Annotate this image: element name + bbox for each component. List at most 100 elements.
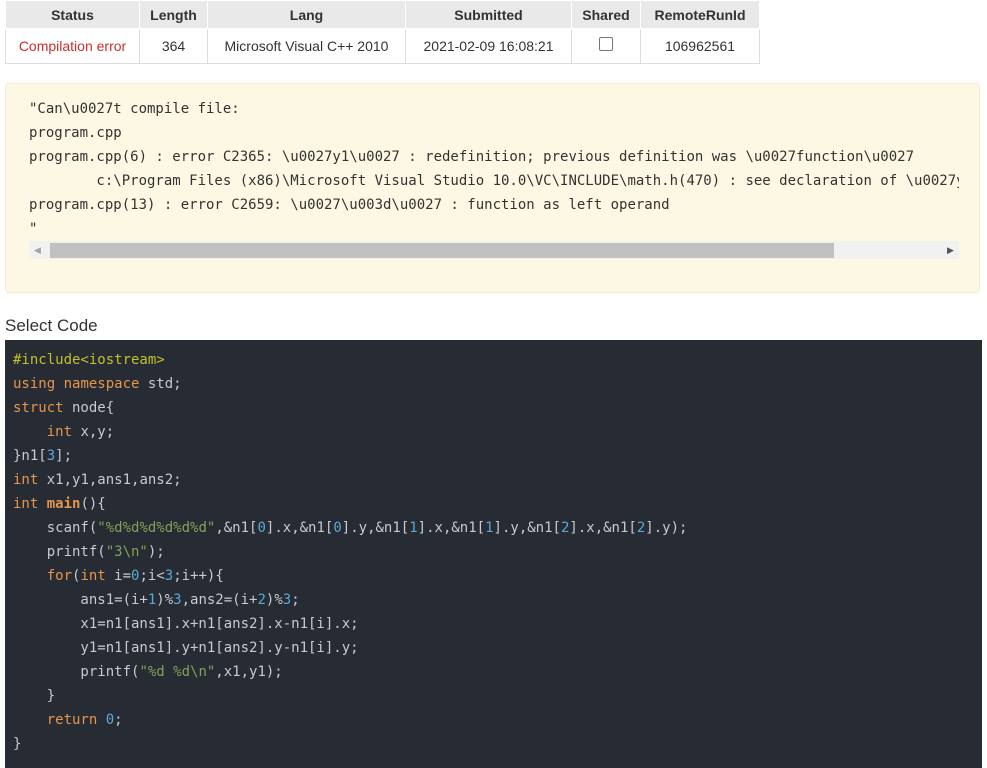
scrollbar-thumb[interactable] bbox=[50, 243, 834, 258]
submission-table: Status Length Lang Submitted Shared Remo… bbox=[5, 0, 760, 64]
code-token: 1 bbox=[485, 520, 494, 536]
compile-info-line: "Can\u0027t compile file: bbox=[29, 101, 240, 117]
code-token: i= bbox=[105, 568, 132, 584]
compile-info-line: c:\Program Files (x86)\Microsoft Visual … bbox=[29, 173, 959, 189]
code-token: ].x,&n1[ bbox=[265, 520, 334, 536]
remote-run-id-cell: 106962561 bbox=[640, 28, 760, 64]
code-block: #include<iostream> using namespace std; st… bbox=[5, 340, 982, 768]
code-token: ].y,&n1[ bbox=[341, 520, 410, 536]
code-line: } bbox=[13, 732, 982, 756]
compile-info-line: " bbox=[29, 221, 38, 237]
submitted-cell: 2021-02-09 16:08:21 bbox=[405, 28, 572, 64]
code-token: printf( bbox=[13, 664, 140, 680]
horizontal-scrollbar[interactable]: ◀ ▶ bbox=[29, 241, 959, 259]
code-token: ans1=(i+ bbox=[13, 592, 148, 608]
code-token: } bbox=[13, 688, 56, 704]
code-token: ); bbox=[147, 544, 165, 560]
header-submitted: Submitted bbox=[405, 0, 572, 29]
code-token: using bbox=[13, 376, 56, 392]
code-token: int bbox=[13, 472, 39, 488]
code-line: int main(){ bbox=[13, 492, 982, 516]
code-token: ; bbox=[114, 712, 123, 728]
code-token: node{ bbox=[63, 400, 115, 416]
code-token: 3 bbox=[46, 448, 56, 464]
code-line: int x,y; bbox=[13, 420, 982, 444]
code-token: scanf( bbox=[13, 520, 98, 536]
code-token: 3 bbox=[164, 568, 174, 584]
code-token: } bbox=[13, 736, 22, 752]
code-token: ,x1,y1); bbox=[215, 664, 283, 680]
header-remote-run-id: RemoteRunId bbox=[640, 0, 760, 29]
code-line: using namespace std; bbox=[13, 372, 982, 396]
code-token: int bbox=[46, 424, 73, 440]
code-token: x,y; bbox=[72, 424, 115, 440]
code-token: 0 bbox=[333, 520, 342, 536]
code-token: 2 bbox=[257, 592, 266, 608]
code-line: } bbox=[13, 684, 982, 708]
code-token: int bbox=[13, 496, 39, 512]
code-token: std; bbox=[139, 376, 182, 392]
compile-info-text: "Can\u0027t compile file: program.cpp prog… bbox=[29, 97, 959, 237]
table-header-row: Status Length Lang Submitted Shared Remo… bbox=[5, 0, 760, 29]
select-code-label[interactable]: Select Code bbox=[5, 316, 98, 336]
code-token: 1 bbox=[409, 520, 418, 536]
code-line: x1=n1[ans1].x+n1[ans2].x-n1[i].x; bbox=[13, 612, 982, 636]
compile-info-line: program.cpp(13) : error C2659: \u0027\u0… bbox=[29, 197, 670, 213]
lang-cell: Microsoft Visual C++ 2010 bbox=[207, 28, 406, 64]
code-token: ;i++){ bbox=[173, 568, 224, 584]
code-token: return bbox=[46, 712, 98, 728]
code-line: int x1,y1,ans1,ans2; bbox=[13, 468, 982, 492]
scroll-left-arrow-icon[interactable]: ◀ bbox=[29, 241, 46, 259]
shared-cell bbox=[571, 28, 641, 64]
code-token: ].x,&n1[ bbox=[569, 520, 637, 536]
code-line: #include<iostream> bbox=[13, 348, 982, 372]
code-token: "%d%d%d%d%d%d" bbox=[97, 520, 216, 536]
code-token: #include<iostream> bbox=[13, 352, 165, 368]
compile-info-line: program.cpp bbox=[29, 125, 122, 141]
code-token: ].x,&n1[ bbox=[417, 520, 486, 536]
code-line: printf("%d %d\n",x1,y1); bbox=[13, 660, 982, 684]
compile-info-line: program.cpp(6) : error C2365: \u0027y1\u… bbox=[29, 149, 915, 165]
header-length: Length bbox=[139, 0, 208, 29]
code-line: struct node{ bbox=[13, 396, 982, 420]
code-token: ].y); bbox=[645, 520, 688, 536]
compile-info-panel: "Can\u0027t compile file: program.cpp prog… bbox=[5, 83, 980, 293]
table-row: Compilation error 364 Microsoft Visual C… bbox=[5, 28, 760, 64]
code-token: ].y,&n1[ bbox=[493, 520, 561, 536]
code-line: }n1[3]; bbox=[13, 444, 982, 468]
code-token: int bbox=[80, 568, 106, 584]
length-cell: 364 bbox=[139, 28, 208, 64]
code-token: y1=n1[ans1].y+n1[ans2].y-n1[i].y; bbox=[13, 640, 359, 656]
shared-checkbox[interactable] bbox=[599, 37, 613, 52]
code-token: 0 bbox=[105, 712, 115, 728]
code-line: return 0; bbox=[13, 708, 982, 732]
code-line: ans1=(i+1)%3,ans2=(i+2)%3; bbox=[13, 588, 982, 612]
code-token: namespace bbox=[63, 376, 140, 392]
code-token: 3 bbox=[282, 592, 292, 608]
code-token: printf( bbox=[13, 544, 106, 560]
code-token: ]; bbox=[55, 448, 73, 464]
status-cell: Compilation error bbox=[5, 28, 140, 64]
code-token: x1,y1,ans1,ans2; bbox=[38, 472, 182, 488]
code-token: 0 bbox=[257, 520, 266, 536]
code-token: ;i< bbox=[139, 568, 165, 584]
header-lang: Lang bbox=[207, 0, 406, 29]
code-token: )% bbox=[265, 592, 283, 608]
code-token: )% bbox=[156, 592, 174, 608]
code-token: ; bbox=[291, 592, 300, 608]
code-token: for bbox=[46, 568, 73, 584]
code-token: ,&n1[ bbox=[215, 520, 258, 536]
header-shared: Shared bbox=[571, 0, 641, 29]
code-line: y1=n1[ans1].y+n1[ans2].y-n1[i].y; bbox=[13, 636, 982, 660]
code-token: x1=n1[ans1].x+n1[ans2].x-n1[i].x; bbox=[13, 616, 359, 632]
code-token: }n1[ bbox=[13, 448, 47, 464]
code-line: printf("3\n"); bbox=[13, 540, 982, 564]
code-token: "%d %d\n" bbox=[139, 664, 216, 680]
code-token: main bbox=[46, 496, 81, 512]
code-token: ,ans2=(i+ bbox=[181, 592, 258, 608]
scroll-right-arrow-icon[interactable]: ▶ bbox=[942, 241, 959, 259]
